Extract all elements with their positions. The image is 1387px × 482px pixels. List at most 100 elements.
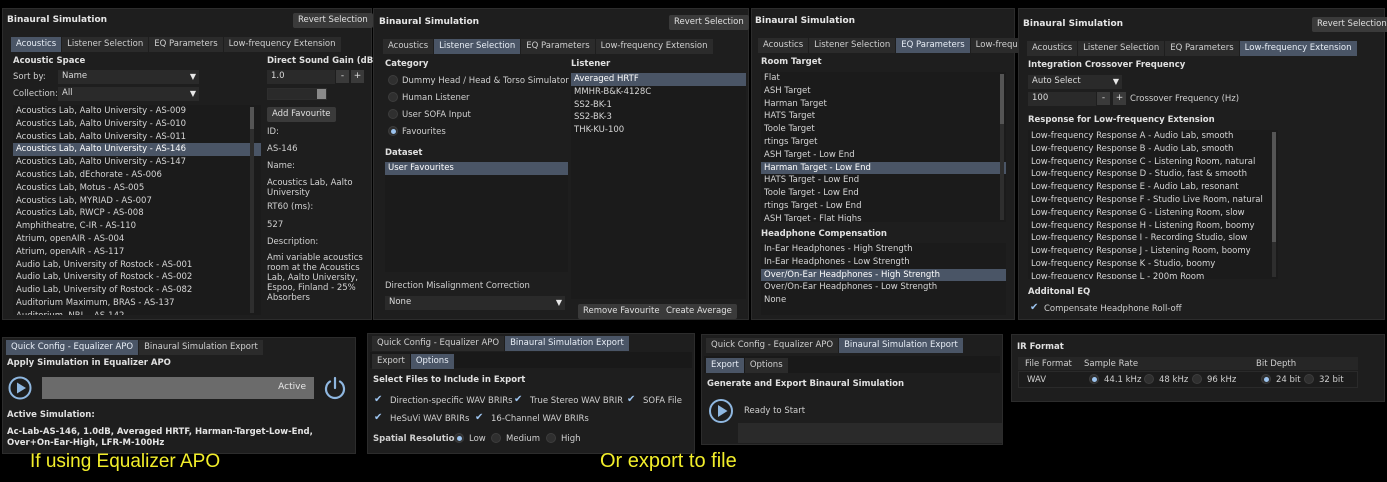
tab-listener-selection[interactable]: Listener Selection	[62, 37, 149, 52]
direction-misalignment-dropdown[interactable]: None ▼	[385, 296, 565, 310]
list-item[interactable]: Over/On-Ear Headphones - High Strength	[761, 268, 1006, 282]
list-item[interactable]: Acoustics Lab, Aalto University - AS-147	[13, 156, 261, 169]
radio-24bit[interactable]	[1261, 374, 1271, 384]
list-item[interactable]: Flat	[761, 72, 1006, 85]
list-item[interactable]: Acoustics Lab, Aalto University - AS-011	[13, 131, 261, 144]
create-average-button[interactable]: Create Average	[661, 304, 737, 319]
tab-low-frequency-extension[interactable]: Low-frequency Extension	[1239, 41, 1357, 56]
list-item[interactable]: THK-KU-100	[571, 124, 746, 137]
list-item[interactable]: Atrium, openAIR - AS-004	[13, 233, 261, 246]
start-export-button[interactable]	[708, 398, 734, 424]
list-item[interactable]: Low-frequency Response F - Studio Live R…	[1028, 194, 1278, 207]
list-item[interactable]: Acoustics Lab, MYRIAD - AS-007	[13, 195, 261, 208]
gain-input[interactable]: 1.0	[267, 70, 335, 84]
list-item[interactable]: rtings Target - Low End	[761, 200, 1006, 213]
check-icon[interactable]: ✔	[627, 395, 635, 405]
radio-medium[interactable]	[491, 433, 501, 443]
list-item[interactable]: Low-frequency Response D - Studio, fast …	[1028, 168, 1278, 181]
tab-eq-parameters[interactable]: EQ Parameters	[896, 38, 970, 53]
list-scrollbar[interactable]	[1272, 132, 1276, 277]
list-item[interactable]: Toole Target	[761, 123, 1006, 136]
check-icon[interactable]: ✔	[475, 413, 483, 423]
tab-low-frequency-extension[interactable]: Low-frequency Extension	[223, 37, 341, 52]
list-item[interactable]: Amphitheatre, C-IR - AS-110	[13, 220, 261, 233]
list-item[interactable]: Low-frequency Response H - Listening Roo…	[1028, 220, 1278, 233]
list-item[interactable]: Harman Target	[761, 98, 1006, 111]
list-item[interactable]: Auditorium, NRL - AS-142	[13, 310, 261, 315]
radio-32bit[interactable]	[1304, 374, 1314, 384]
tab-binaural-export[interactable]: Binaural Simulation Export	[505, 336, 629, 351]
tab-binaural-export[interactable]: Binaural Simulation Export	[839, 338, 963, 353]
tab-binaural-export[interactable]: Binaural Simulation Export	[139, 340, 263, 355]
check-icon[interactable]: ✔	[374, 395, 382, 405]
gain-plus-button[interactable]: +	[351, 70, 364, 83]
category-radio[interactable]	[388, 75, 398, 85]
radio-high[interactable]	[546, 433, 556, 443]
list-item[interactable]: Low-frequency Response J - Listening Roo…	[1028, 245, 1278, 258]
dataset-list[interactable]: User Favourites	[385, 162, 568, 272]
frequency-minus-button[interactable]: -	[1097, 92, 1110, 105]
list-item[interactable]: User Favourites	[385, 162, 568, 175]
list-item[interactable]: Low-frequency Response G - Listening Roo…	[1028, 207, 1278, 220]
acoustic-space-list[interactable]: Acoustics Lab, Aalto University - AS-009…	[13, 105, 261, 315]
radio-44k[interactable]	[1089, 374, 1099, 384]
list-item[interactable]: Acoustics Lab, Aalto University - AS-146	[13, 143, 261, 157]
sort-dropdown[interactable]: Name ▼	[58, 70, 199, 84]
tab-listener-selection[interactable]: Listener Selection	[809, 38, 896, 53]
list-item[interactable]: Low-frequency Response L - 200m Room	[1028, 271, 1278, 279]
list-item[interactable]: Averaged HRTF	[571, 73, 746, 86]
list-item[interactable]: Atrium, openAIR - AS-117	[13, 246, 261, 259]
radio-48k[interactable]	[1144, 374, 1154, 384]
list-item[interactable]: Audio Lab, University of Rostock - AS-08…	[13, 284, 261, 297]
check-icon[interactable]: ✔	[1030, 303, 1038, 313]
crossover-frequency-input[interactable]: 100	[1028, 92, 1096, 106]
list-item[interactable]: HATS Target	[761, 110, 1006, 123]
list-item[interactable]: Low-frequency Response E - Audio Lab, re…	[1028, 181, 1278, 194]
list-scrollbar[interactable]	[250, 107, 254, 313]
list-item[interactable]: Harman Target - Low End	[761, 161, 1006, 175]
list-item[interactable]: SS2-BK-1	[571, 99, 746, 112]
list-item[interactable]: Audio Lab, University of Rostock - AS-00…	[13, 271, 261, 284]
list-scrollbar[interactable]	[1000, 74, 1004, 220]
response-list[interactable]: Low-frequency Response A - Audio Lab, sm…	[1028, 130, 1278, 279]
subtab-options[interactable]: Options	[410, 354, 454, 369]
auto-select-dropdown[interactable]: Auto Select ▼	[1028, 75, 1122, 89]
collection-dropdown[interactable]: All ▼	[58, 87, 199, 101]
gain-minus-button[interactable]: -	[336, 70, 349, 83]
tab-acoustics[interactable]: Acoustics	[11, 37, 62, 52]
list-item[interactable]: SS2-BK-3	[571, 111, 746, 124]
list-item[interactable]: In-Ear Headphones - Low Strength	[761, 256, 1006, 269]
list-item[interactable]: Acoustics Lab, Aalto University - AS-010	[13, 118, 261, 131]
remove-favourite-button[interactable]: Remove Favourite	[578, 304, 665, 319]
subtab-export[interactable]: Export	[372, 354, 410, 369]
tab-quick-config[interactable]: Quick Config - Equalizer APO	[6, 340, 139, 355]
category-radio[interactable]	[388, 92, 398, 102]
tab-listener-selection[interactable]: Listener Selection	[434, 39, 521, 54]
frequency-plus-button[interactable]: +	[1113, 92, 1126, 105]
list-item[interactable]: ASH Target - Low End	[761, 149, 1006, 162]
check-icon[interactable]: ✔	[514, 395, 522, 405]
tab-eq-parameters[interactable]: EQ Parameters	[1165, 41, 1239, 56]
category-radio[interactable]	[388, 109, 398, 119]
list-item[interactable]: None	[761, 294, 1006, 307]
tab-acoustics[interactable]: Acoustics	[1027, 41, 1078, 56]
add-favourite-button[interactable]: Add Favourite	[267, 107, 336, 122]
list-item[interactable]: Acoustics Lab, Aalto University - AS-009	[13, 105, 261, 118]
subtab-export[interactable]: Export	[706, 358, 744, 373]
headphone-compensation-list[interactable]: In-Ear Headphones - High Strength In-Ear …	[761, 243, 1006, 315]
list-item[interactable]: Acoustics Lab, Motus - AS-005	[13, 182, 261, 195]
list-item[interactable]: Acoustics Lab, dEchorate - AS-006	[13, 169, 261, 182]
listener-list[interactable]: Averaged HRTF MMHR-B&K-4128C SS2-BK-1 SS2-B…	[571, 73, 746, 299]
list-item[interactable]: HATS Target - Low End	[761, 174, 1006, 187]
radio-96k[interactable]	[1192, 374, 1202, 384]
play-button[interactable]	[8, 376, 32, 400]
list-item[interactable]: ASH Target - Flat Highs	[761, 213, 1006, 222]
list-item[interactable]: Low-frequency Response A - Audio Lab, sm…	[1028, 130, 1278, 143]
tab-low-frequency-extension[interactable]: Low-frequency Extension	[595, 39, 713, 54]
tab-eq-parameters[interactable]: EQ Parameters	[521, 39, 595, 54]
revert-selection-button[interactable]: Revert Selection	[1312, 17, 1387, 32]
list-item[interactable]: Acoustics Lab, RWCP - AS-008	[13, 207, 261, 220]
list-item[interactable]: Low-frequency Response C - Listening Roo…	[1028, 156, 1278, 169]
tab-eq-parameters[interactable]: EQ Parameters	[149, 37, 223, 52]
tab-acoustics[interactable]: Acoustics	[383, 39, 434, 54]
